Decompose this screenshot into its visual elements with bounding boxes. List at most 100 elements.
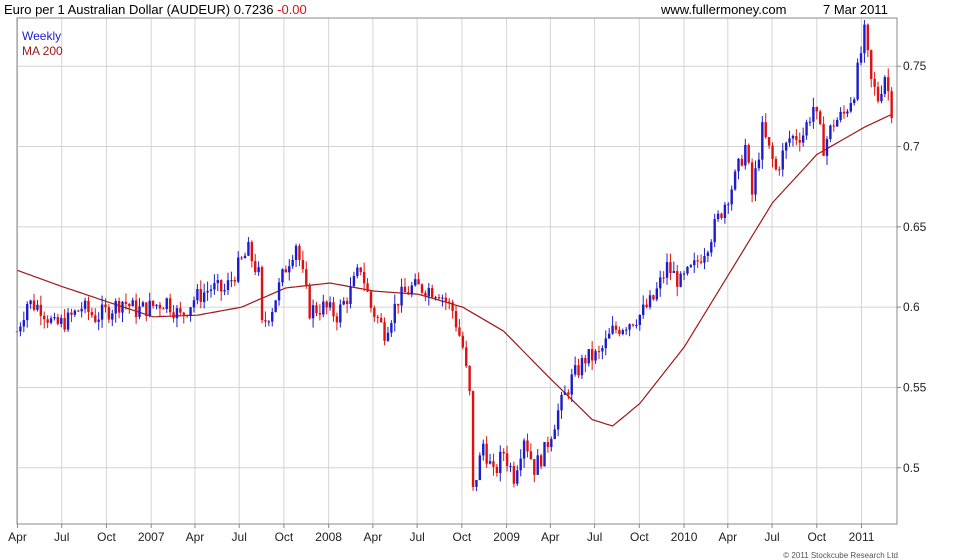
plot-frame [16,17,898,525]
candle-body [771,145,774,160]
candle-body [543,442,546,467]
candle-body [529,451,533,460]
candle-body [131,300,134,307]
candle-body [635,324,638,326]
x-axis: Apr Jul Oct 2007 Apr Jul Oct 2008 Apr Jul Oct 2009 A… [8,524,875,544]
candle-body [784,142,788,151]
x-tick-label: Jul [54,530,69,544]
candle-body [257,267,260,273]
candle-body [526,440,529,452]
candle-body [373,307,376,317]
candle-body [376,316,379,318]
candle-body [83,300,87,309]
candle-body [240,257,243,259]
candle-body [63,317,66,330]
candle-body [818,111,822,124]
candle-body [488,461,492,464]
candle-body [288,266,291,273]
candle-body [699,261,703,263]
y-tick-label: 0.7 [903,140,920,154]
candle-body [379,317,383,323]
candle-body [628,324,631,330]
candle-body [577,365,580,376]
candle-body [356,267,359,277]
candle-body [533,459,536,475]
candle-body [539,455,543,467]
candle-body [383,322,386,341]
y-axis: 0.5 0.55 0.6 0.65 0.7 0.75 [897,59,927,475]
candle-body [107,307,111,320]
candle-body [274,300,277,312]
candle-body [505,453,509,467]
candle-body [29,300,32,305]
candle-body [294,245,298,261]
x-tick-label: Apr [541,530,560,544]
candle-body [750,162,754,195]
candle-body [403,286,407,293]
candle-body [522,440,526,459]
candle-body [277,282,281,301]
chart-area: 0.5 0.55 0.6 0.65 0.7 0.75 Apr Jul Oct 2007 Apr Ju… [8,17,927,544]
candle-body [413,279,417,286]
candle-body [202,292,206,302]
candle-body [747,144,750,163]
candle-body [128,303,131,307]
candle-body [550,438,553,447]
candle-body [196,289,199,301]
candle-body [883,77,887,94]
x-tick-label: Jul [587,530,602,544]
candle-body [468,365,471,392]
candle-body [298,245,301,260]
candle-body [362,271,366,284]
candle-body [281,269,284,283]
candle-body [859,53,863,63]
candle-body [485,443,488,464]
candle-body [322,301,325,315]
candle-body [117,300,121,313]
candles [15,20,893,492]
candle-body [519,458,522,471]
candle-body [835,119,839,127]
candle-body [291,260,294,267]
candle-body [219,280,223,292]
candle-body [723,204,727,219]
candle-body [870,50,873,79]
candle-body [19,326,22,332]
candle-body [563,392,567,395]
candle-body [97,319,100,322]
candle-body [624,329,628,331]
candle-body [260,267,264,321]
candle-body [730,189,733,205]
candle-body [482,443,485,456]
candle-body [209,289,213,291]
candle-body [352,276,356,287]
candle-body [740,158,744,166]
y-tick-label: 0.65 [903,220,927,234]
candle-body [26,304,29,321]
candle-body [94,315,97,322]
x-tick-label: 2011 [849,530,875,544]
candle-body [461,335,465,348]
candle-body [22,320,26,327]
candle-body [192,300,196,308]
candle-body [601,348,604,352]
candle-body [233,280,237,282]
candle-body [349,286,352,305]
x-tick-label: Jul [764,530,779,544]
moving-average [16,113,892,427]
candle-body [761,122,764,160]
candle-body [148,300,151,317]
candle-body [420,284,424,293]
candle-body [764,122,767,138]
gridlines [16,18,897,524]
candle-body [832,125,835,127]
candle-body [87,300,90,313]
candle-body [475,479,478,487]
candle-body [492,461,495,467]
candle-body [863,24,866,54]
candle-body [659,277,662,289]
candle-body [400,286,403,306]
candle-body [441,297,444,299]
candle-body [614,325,618,330]
candle-body [151,300,155,306]
